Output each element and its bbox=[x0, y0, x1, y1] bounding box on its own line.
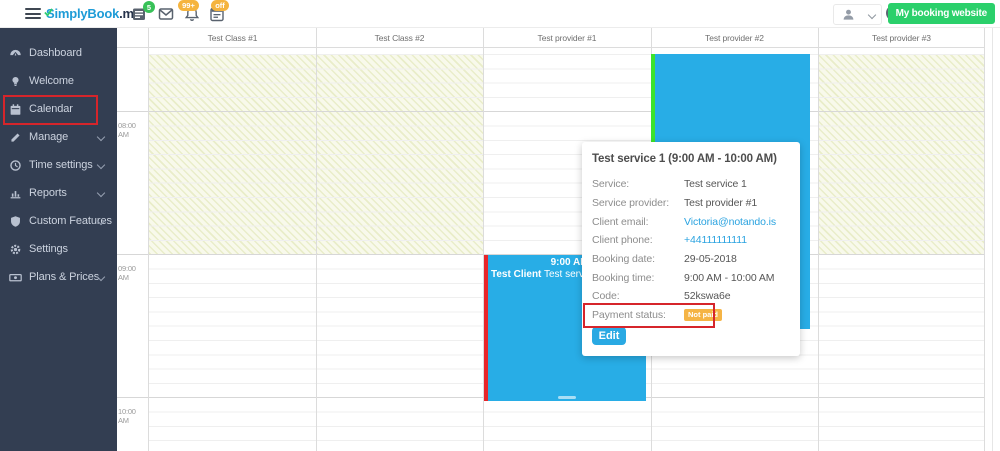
detail-row-code: Code: 52kswa6e bbox=[592, 287, 794, 306]
grid-right-divider bbox=[992, 28, 993, 451]
dashboard-icon bbox=[9, 47, 22, 60]
shield-icon bbox=[9, 215, 22, 228]
top-bar: SimplyBook.me 5 99+ off ? My booking web… bbox=[0, 0, 1000, 28]
payment-status-badge: Not paid bbox=[684, 309, 722, 321]
column-header-test-provider-1: Test provider #1 bbox=[483, 28, 651, 47]
user-menu-dropdown[interactable] bbox=[833, 4, 882, 25]
pencil-icon bbox=[9, 131, 22, 144]
detail-row-client-phone: Client phone: +44111111111 bbox=[592, 231, 794, 250]
sidebar-item-manage[interactable]: Manage bbox=[0, 123, 117, 151]
lightbulb-icon bbox=[9, 75, 22, 88]
chevron-down-icon bbox=[97, 161, 105, 169]
gear-icon bbox=[9, 243, 22, 256]
brand-name: SimplyBook bbox=[46, 6, 119, 21]
hamburger-menu-icon[interactable] bbox=[25, 8, 41, 20]
notifications-count-badge: 99+ bbox=[178, 0, 199, 11]
bar-chart-icon bbox=[9, 187, 22, 200]
sidebar-item-label: Time settings bbox=[29, 159, 93, 171]
column-header-test-provider-2: Test provider #2 bbox=[651, 28, 818, 47]
column-divider bbox=[818, 28, 819, 451]
sidebar-item-calendar[interactable]: Calendar bbox=[0, 95, 117, 123]
chevron-down-icon bbox=[868, 11, 876, 19]
sidebar-nav: Dashboard Welcome Calendar Manage Time s… bbox=[0, 28, 117, 451]
envelope-icon[interactable] bbox=[158, 6, 176, 22]
column-header-test-class-2: Test Class #2 bbox=[316, 28, 483, 47]
sidebar-item-label: Dashboard bbox=[29, 47, 82, 59]
column-header-test-provider-3: Test provider #3 bbox=[818, 28, 985, 47]
sidebar-item-reports[interactable]: Reports bbox=[0, 179, 117, 207]
sidebar-item-dashboard[interactable]: Dashboard bbox=[0, 39, 117, 67]
brand-logo[interactable]: SimplyBook.me bbox=[46, 6, 141, 21]
event-client-name: Test Client bbox=[491, 269, 541, 280]
header-divider bbox=[117, 47, 992, 48]
column-divider bbox=[148, 28, 149, 451]
client-phone-link[interactable]: +44111111111 bbox=[684, 234, 747, 246]
booking-status-badge: off bbox=[211, 0, 229, 11]
my-booking-website-button[interactable]: My booking website bbox=[888, 3, 995, 24]
popup-detail-rows: Service: Test service 1 Service provider… bbox=[592, 175, 794, 325]
detail-row-payment-status: Payment status: Not paid bbox=[592, 306, 794, 325]
detail-row-booking-date: Booking date: 29-05-2018 bbox=[592, 250, 794, 269]
logo-check-accent-icon bbox=[44, 4, 53, 22]
time-label-10am: 10:00 AM bbox=[118, 407, 148, 425]
detail-row-service: Service: Test service 1 bbox=[592, 175, 794, 194]
calendar-icon bbox=[9, 103, 22, 116]
sidebar-item-plans-prices[interactable]: Plans & Prices bbox=[0, 263, 117, 291]
client-email-link[interactable]: Victoria@notando.is bbox=[684, 216, 776, 228]
time-label-8am: 08:00 AM bbox=[118, 121, 148, 139]
popup-title: Test service 1 (9:00 AM - 10:00 AM) bbox=[592, 153, 777, 165]
sidebar-item-label: Reports bbox=[29, 187, 67, 199]
booking-details-popup: Test service 1 (9:00 AM - 10:00 AM) Serv… bbox=[582, 142, 800, 356]
chevron-down-icon bbox=[97, 189, 105, 197]
simplybook-admin-page: SimplyBook.me 5 99+ off ? My booking web… bbox=[0, 0, 1000, 451]
user-icon bbox=[841, 7, 856, 27]
sidebar-item-settings[interactable]: Settings bbox=[0, 235, 117, 263]
sidebar-item-label: Manage bbox=[29, 131, 68, 143]
clock-icon bbox=[9, 159, 22, 172]
time-label-9am: 09:00 AM bbox=[118, 264, 148, 282]
event-resize-handle[interactable] bbox=[558, 396, 576, 399]
tasks-count-badge: 5 bbox=[143, 1, 155, 13]
column-header-test-class-1: Test Class #1 bbox=[149, 28, 316, 47]
detail-row-client-email: Client email: Victoria@notando.is bbox=[592, 212, 794, 231]
banknote-icon bbox=[9, 271, 22, 284]
column-divider bbox=[316, 28, 317, 451]
edit-button[interactable]: Edit bbox=[592, 327, 626, 345]
sidebar-item-label: Plans & Prices bbox=[29, 271, 99, 283]
detail-row-booking-time: Booking time: 9:00 AM - 10:00 AM bbox=[592, 268, 794, 287]
detail-row-service-provider: Service provider: Test provider #1 bbox=[592, 194, 794, 213]
hour-line bbox=[117, 111, 985, 112]
sidebar-item-welcome[interactable]: Welcome bbox=[0, 67, 117, 95]
chevron-down-icon bbox=[97, 133, 105, 141]
sidebar-item-label: Welcome bbox=[29, 75, 74, 87]
sidebar-item-custom-features[interactable]: Custom Features bbox=[0, 207, 117, 235]
sidebar-item-label: Settings bbox=[29, 243, 68, 255]
sidebar-item-label: Calendar bbox=[29, 103, 73, 115]
sidebar-item-time-settings[interactable]: Time settings bbox=[0, 151, 117, 179]
